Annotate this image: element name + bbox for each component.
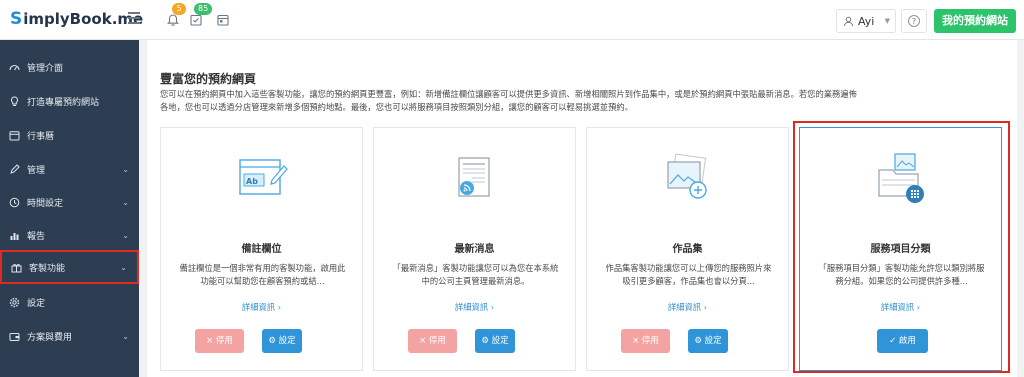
feature-card-news: 最新消息 「最新消息」客製功能讓您可以為您在本系統中的公司主頁管理最新消息。 詳… <box>373 127 576 371</box>
disable-button[interactable]: × 停用 <box>621 329 670 353</box>
gear-icon <box>9 297 20 308</box>
feature-card-gallery: 作品集 作品集客製功能讓您可以上傳您的服務照片來吸引更多顧客，作品集也會以分頁.… <box>586 127 789 371</box>
more-info-link[interactable]: 詳細資訊 › <box>587 301 788 313</box>
help-button[interactable]: ? <box>901 9 927 33</box>
chevron-down-icon: ⌄ <box>122 197 129 207</box>
sidebar-item-plans-billing[interactable]: 方案與費用 ⌄ <box>0 321 139 351</box>
sidebar-item-dashboard[interactable]: 管理介面 <box>0 52 139 82</box>
sidebar-item-label: 管理介面 <box>27 63 64 74</box>
more-info-link[interactable]: 詳細資訊 › <box>161 301 362 313</box>
page-title: 豐富您的預約網頁 <box>160 72 257 86</box>
disable-button[interactable]: × 停用 <box>408 329 457 353</box>
sidebar-item-label: 設定 <box>27 298 46 309</box>
settings-button[interactable]: ⚙ 設定 <box>262 329 302 353</box>
calendar-icon <box>9 130 20 141</box>
more-info-link[interactable]: 詳細資訊 › <box>374 301 575 313</box>
gift-icon <box>11 262 22 273</box>
sidebar-item-settings[interactable]: 設定 <box>0 287 139 317</box>
card-title: 備註欄位 <box>241 244 282 255</box>
card-text: 「最新消息」客製功能讓您可以為您在本系統中的公司主頁管理最新消息。 <box>392 263 559 286</box>
sidebar-item-manage[interactable]: 管理 ⌄ <box>0 154 139 184</box>
sidebar-item-label: 時間設定 <box>27 198 64 209</box>
my-booking-site-button[interactable]: 我的預約網站 <box>934 9 1016 33</box>
card-title: 作品集 <box>672 244 703 255</box>
help-icon: ? <box>908 15 920 27</box>
tasks-badge: 85 <box>194 3 213 15</box>
sidebar-item-label: 報告 <box>27 231 46 242</box>
clock-icon <box>9 197 20 208</box>
chevron-down-icon: ⌄ <box>122 331 129 341</box>
form-edit-icon: Ab <box>161 150 362 208</box>
svg-text:Ab: Ab <box>246 177 258 186</box>
lightbulb-icon <box>9 95 20 107</box>
notifications-badge: 5 <box>172 3 186 15</box>
sidebar-item-label: 客製功能 <box>29 263 66 274</box>
gallery-add-icon <box>587 150 788 208</box>
page-description: 您可以在預約網頁中加入這些客製功能，讓您的預約網頁更豐富，例如：新增備註欄位讓顧… <box>160 89 857 112</box>
feature-card-notes: Ab 備註欄位 備註欄位是一個非常有用的客製功能，啟用此功能可以幫助您在顧客預約… <box>160 127 363 371</box>
chart-icon <box>9 230 20 241</box>
sidebar-item-label: 方案與費用 <box>27 332 73 343</box>
sidebar-item-reports[interactable]: 報告 ⌄ <box>0 220 139 250</box>
sidebar-item-booking-site[interactable]: 打造專屬預約網站 <box>0 86 139 116</box>
logo[interactable]: S implyBook.me <box>10 9 143 29</box>
disable-button[interactable]: × 停用 <box>195 329 244 353</box>
logo-mark: S <box>10 9 23 29</box>
caret-down-icon: ▼ <box>884 17 890 25</box>
card-title: 最新消息 <box>454 244 495 255</box>
sidebar-item-time-settings[interactable]: 時間設定 ⌄ <box>0 187 139 217</box>
user-name: Ayi <box>858 14 875 28</box>
user-menu[interactable]: Ayi ▼ <box>836 9 896 33</box>
newspaper-icon <box>374 150 575 208</box>
sidebar-item-custom-features[interactable]: 客製功能 ⌄ <box>0 250 139 284</box>
top-bar: S implyBook.me 5 85 Ayi ▼ ? 我的預約網站 <box>0 0 1024 40</box>
sidebar-item-calendar[interactable]: 行事曆 <box>0 120 139 150</box>
card-text: 作品集客製功能讓您可以上傳您的服務照片來吸引更多顧客，作品集也會以分頁... <box>605 263 772 286</box>
chevron-down-icon: ⌄ <box>120 262 127 272</box>
settings-button[interactable]: ⚙ 設定 <box>688 329 728 353</box>
logo-text: implyBook.me <box>23 10 144 28</box>
sidebar: 管理介面 打造專屬預約網站 行事曆 管理 ⌄ 時間設定 ⌄ 報告 ⌄ 客製功能 … <box>0 40 139 377</box>
settings-button[interactable]: ⚙ 設定 <box>475 329 515 353</box>
chevron-down-icon: ⌄ <box>122 164 129 174</box>
card-text: 備註欄位是一個非常有用的客製功能，啟用此功能可以幫助您在顧客預約或結... <box>179 263 346 286</box>
selection-highlight-frame <box>793 121 1010 373</box>
sidebar-item-label: 行事曆 <box>27 131 55 142</box>
chevron-down-icon: ⌄ <box>122 230 129 240</box>
user-icon <box>844 16 853 26</box>
wallet-icon <box>9 331 20 342</box>
menu-toggle-icon[interactable] <box>128 12 140 24</box>
pencil-icon <box>9 163 20 175</box>
sidebar-item-label: 打造專屬預約網站 <box>27 97 100 108</box>
dashboard-icon <box>9 62 20 73</box>
sidebar-item-label: 管理 <box>27 165 46 176</box>
calendar-grid-icon[interactable] <box>216 12 230 26</box>
